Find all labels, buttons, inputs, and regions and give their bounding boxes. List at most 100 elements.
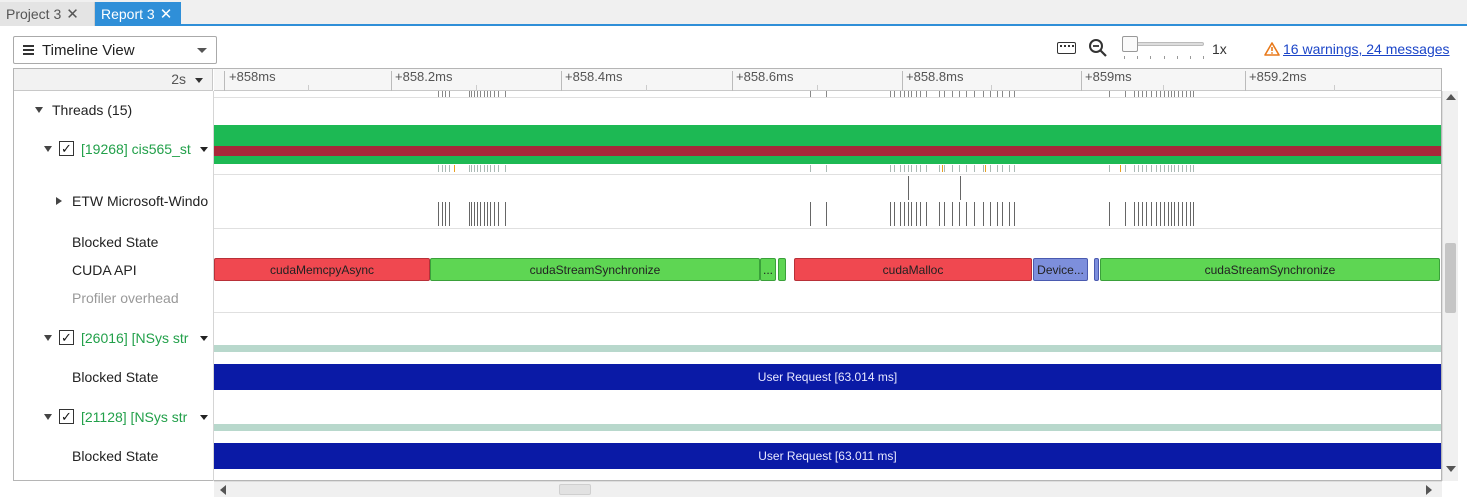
row-separator <box>214 97 1441 98</box>
event-tick <box>1190 165 1191 172</box>
user-request-bar[interactable]: User Request [63.014 ms] <box>214 364 1441 390</box>
collapse-icon[interactable] <box>44 146 52 152</box>
zoom-slider-ticks <box>1124 56 1204 60</box>
event-tick <box>904 165 905 172</box>
blocked-state-row: Blocked State <box>14 444 213 468</box>
close-icon[interactable]: ✕ <box>66 3 79 27</box>
event-tick <box>494 202 495 226</box>
event-tick <box>469 202 470 226</box>
scrollbar-thumb[interactable] <box>559 484 591 495</box>
cuda-call-bar[interactable] <box>778 258 786 281</box>
thread-activity-strip[interactable] <box>214 345 1441 352</box>
toolbar: Timeline View 1x 16 warnings, 24 message… <box>0 28 1467 68</box>
thread-checkbox[interactable]: ✓ <box>59 409 74 424</box>
ruler-tick-label: +858.4ms <box>565 69 623 84</box>
event-tick <box>1174 202 1175 226</box>
event-tick <box>960 176 961 200</box>
event-tick <box>477 165 478 172</box>
zoom-out-icon[interactable] <box>1088 38 1108 58</box>
event-tick <box>990 165 991 172</box>
scroll-up-icon[interactable] <box>1446 94 1456 100</box>
cuda-call-bar[interactable]: cudaMemcpyAsync <box>214 258 430 281</box>
event-tick <box>911 202 912 226</box>
cuda-call-bar[interactable]: Device... <box>1033 258 1088 281</box>
event-tick <box>1178 202 1179 226</box>
cuda-call-bar[interactable]: cudaStreamSynchronize <box>430 258 760 281</box>
cuda-call-bar[interactable]: cudaStreamSynchronize <box>1100 258 1440 281</box>
collapse-icon[interactable] <box>44 414 52 420</box>
thread-name: [19268] cis565_st <box>81 141 191 157</box>
event-tick <box>826 165 827 172</box>
close-icon[interactable]: ✕ <box>160 3 173 27</box>
view-selector[interactable]: Timeline View <box>13 36 217 64</box>
cpu-blocked-bar[interactable] <box>214 146 1441 156</box>
chevron-down-icon[interactable] <box>200 147 208 152</box>
ruler-tick-label: +858.2ms <box>395 69 453 84</box>
cpu-utilization-bar[interactable] <box>214 125 1441 146</box>
cuda-call-bar[interactable] <box>1094 258 1099 281</box>
collapse-icon[interactable] <box>35 107 43 113</box>
profiler-overhead-label: Profiler overhead <box>72 290 179 306</box>
thread-checkbox[interactable]: ✓ <box>59 141 74 156</box>
thread-activity-strip[interactable] <box>214 424 1441 431</box>
event-tick <box>1125 202 1126 226</box>
ruler-tick-label: +859ms <box>1085 69 1132 84</box>
etw-row[interactable]: ETW Microsoft-Windo <box>14 189 213 213</box>
blocked-state-label: Blocked State <box>72 448 159 464</box>
scroll-left-icon[interactable] <box>220 485 226 495</box>
row-separator <box>214 228 1441 229</box>
expand-icon[interactable] <box>56 197 62 205</box>
time-ruler[interactable]: +858ms +858.2ms +858.4ms +858.6ms +858.8… <box>214 69 1441 91</box>
tab-project-3[interactable]: Project 3 ✕ <box>0 2 95 26</box>
warnings-link[interactable]: 16 warnings, 24 messages <box>1283 41 1450 57</box>
thread-row-21128[interactable]: ✓ [21128] [NSys str <box>14 405 213 429</box>
blocked-state-label: Blocked State <box>72 369 159 385</box>
thread-checkbox[interactable]: ✓ <box>59 330 74 345</box>
event-tick <box>826 202 827 226</box>
tab-bar: Project 3 ✕ Report 3 ✕ <box>0 0 1467 26</box>
event-tick <box>1151 165 1152 172</box>
chevron-down-icon[interactable] <box>200 336 208 341</box>
event-tick <box>498 202 499 226</box>
collapse-icon[interactable] <box>44 335 52 341</box>
event-tick <box>997 165 998 172</box>
scroll-down-icon[interactable] <box>1446 466 1456 472</box>
event-tick <box>985 165 986 172</box>
scrollbar-thumb[interactable] <box>1445 243 1456 313</box>
cuda-call-bar[interactable]: cudaMalloc <box>794 258 1032 281</box>
event-tick <box>959 165 960 172</box>
keyboard-icon[interactable] <box>1057 42 1076 54</box>
scroll-right-icon[interactable] <box>1426 485 1432 495</box>
vertical-scrollbar[interactable] <box>1442 91 1458 481</box>
thread-row-19268[interactable]: ✓ [19268] cis565_st <box>14 137 213 161</box>
chevron-down-icon[interactable] <box>200 415 208 420</box>
event-tick <box>944 165 945 172</box>
event-tick <box>1182 165 1183 172</box>
event-tick <box>810 202 811 226</box>
event-tick <box>442 165 443 172</box>
blocked-state-row: Blocked State <box>14 365 213 389</box>
etw-event-ticks[interactable] <box>214 176 1441 228</box>
user-request-bar[interactable]: User Request [63.011 ms] <box>214 443 1441 469</box>
event-tick <box>1009 165 1010 172</box>
event-tick <box>966 165 967 172</box>
time-scale-selector[interactable]: 2s <box>14 69 213 91</box>
thread-row-26016[interactable]: ✓ [26016] [NSys str <box>14 326 213 350</box>
event-tick <box>1125 165 1126 172</box>
event-tick <box>894 202 895 226</box>
tab-report-3[interactable]: Report 3 ✕ <box>95 2 181 26</box>
ruler-tick-label: +858.8ms <box>906 69 964 84</box>
horizontal-scrollbar[interactable] <box>214 481 1442 497</box>
threads-group-row[interactable]: Threads (15) <box>14 98 213 122</box>
event-tick <box>1174 165 1175 172</box>
zoom-slider-thumb[interactable] <box>1122 36 1138 52</box>
view-selector-label: Timeline View <box>42 42 135 59</box>
tab-label: Report 3 <box>101 6 155 22</box>
cpu-running-bar[interactable] <box>214 156 1441 164</box>
event-tick <box>1193 202 1194 226</box>
event-tick <box>890 165 891 172</box>
event-tick <box>494 165 495 172</box>
cuda-call-bar[interactable]: ... <box>760 258 776 281</box>
event-tick <box>1151 202 1152 226</box>
event-tick <box>445 202 446 226</box>
